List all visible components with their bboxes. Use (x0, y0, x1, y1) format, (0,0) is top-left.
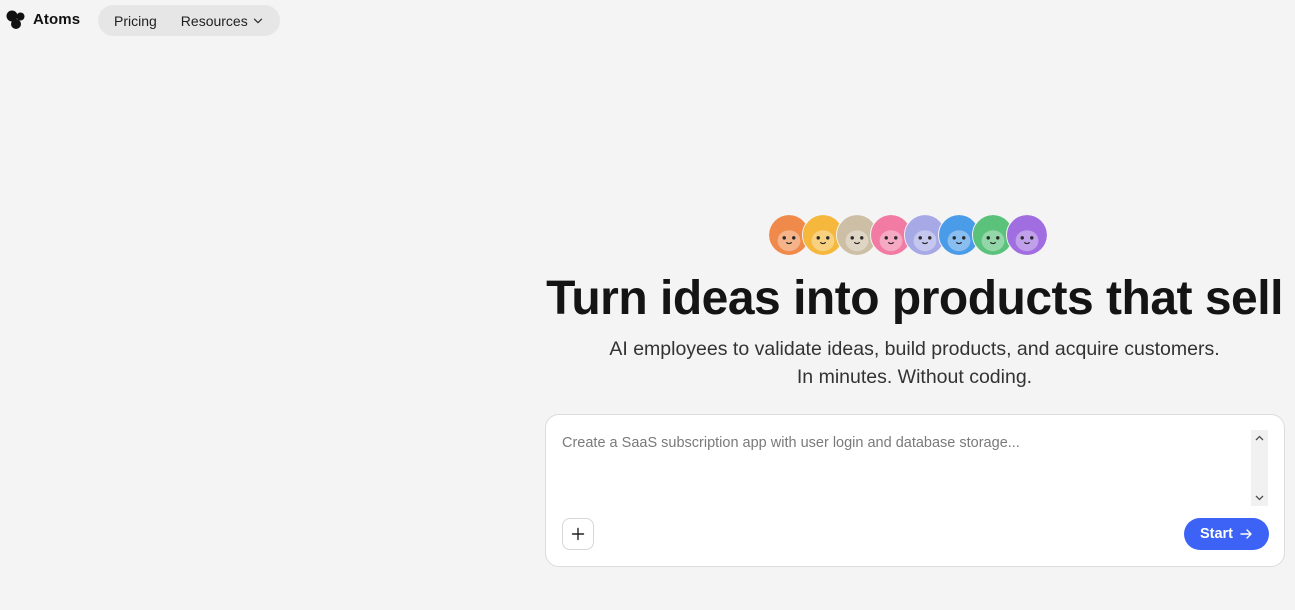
plus-icon (571, 527, 585, 541)
nav-resources-label: Resources (180, 12, 248, 29)
scroll-up-arrow-icon[interactable] (1251, 430, 1268, 447)
brand-logo[interactable]: Atoms (5, 8, 80, 30)
attach-button[interactable] (562, 518, 594, 550)
scroll-down-arrow-icon[interactable] (1251, 489, 1268, 506)
chevron-down-icon (253, 18, 262, 23)
nav-resources[interactable]: Resources (181, 13, 263, 29)
start-button[interactable]: Start (1184, 518, 1269, 550)
ai-employee-avatars (768, 214, 1048, 256)
prompt-input[interactable] (562, 435, 1242, 495)
prompt-scrollbar[interactable] (1251, 430, 1268, 506)
page: Atoms Pricing Resources Turn ideas into … (0, 0, 1295, 610)
prompt-box: Start (545, 414, 1285, 567)
atoms-logo-icon (6, 10, 25, 29)
arrow-right-icon (1240, 529, 1252, 539)
page-subtitle-line-1: AI employees to validate ideas, build pr… (609, 338, 1220, 360)
top-nav: Pricing Resources (98, 5, 280, 36)
start-button-label: Start (1199, 526, 1234, 542)
brand-name: Atoms (33, 10, 81, 28)
page-subtitle-line-2: In minutes. Without coding. (796, 366, 1033, 388)
nav-pricing-label: Pricing (114, 12, 157, 29)
purple-avatar (1006, 214, 1048, 256)
nav-pricing[interactable]: Pricing (114, 13, 157, 29)
page-title: Turn ideas into products that sell (546, 272, 1283, 325)
